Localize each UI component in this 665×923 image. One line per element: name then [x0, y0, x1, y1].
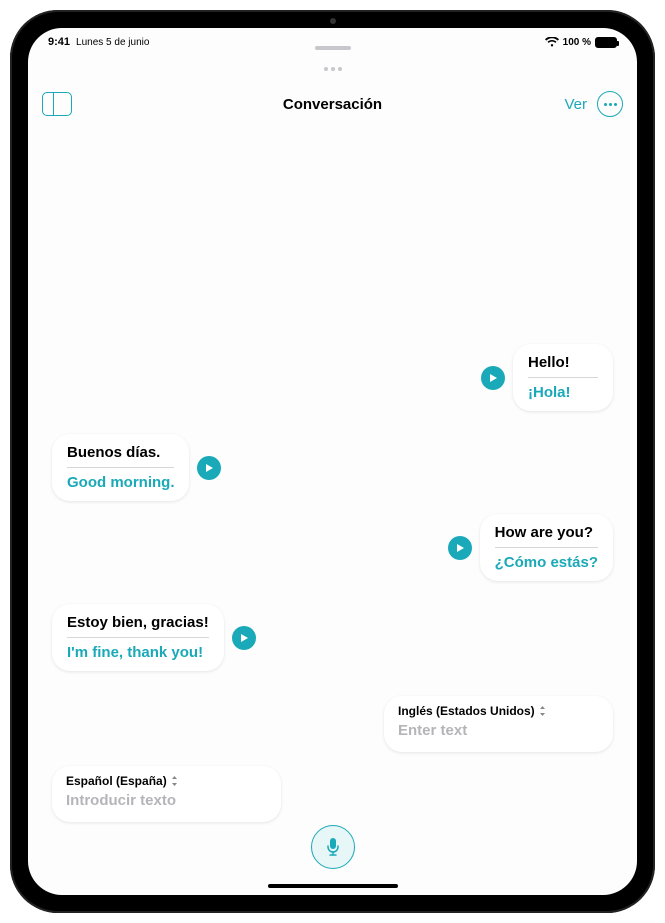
- message-translation: ¿Cómo estás?: [495, 554, 598, 571]
- battery-icon: [595, 37, 617, 48]
- text-input-bubble-left[interactable]: Español (España): [52, 766, 281, 822]
- translate-text-input[interactable]: [66, 792, 267, 809]
- play-button[interactable]: [232, 626, 256, 650]
- microphone-button[interactable]: [311, 825, 355, 869]
- screen: 9:41 Lunes 5 de junio 100 % Conversación…: [28, 28, 637, 895]
- status-battery-pct: 100 %: [563, 37, 591, 48]
- chevron-updown-icon: [171, 776, 178, 786]
- camera-dot: [330, 18, 336, 24]
- view-button[interactable]: Ver: [564, 96, 587, 113]
- text-input-bubble-right[interactable]: Inglés (Estados Unidos): [384, 696, 613, 752]
- sidebar-toggle-button[interactable]: [42, 92, 72, 116]
- multitask-dots[interactable]: [324, 67, 342, 71]
- nav-header: Conversación Ver: [28, 82, 637, 126]
- message-original: Hello!: [528, 354, 598, 378]
- chevron-updown-icon: [539, 706, 546, 716]
- play-button[interactable]: [481, 366, 505, 390]
- message-row: Buenos días. Good morning.: [52, 434, 221, 501]
- ipad-frame: 9:41 Lunes 5 de junio 100 % Conversación…: [10, 10, 655, 913]
- language-label: Inglés (Estados Unidos): [398, 704, 535, 718]
- language-selector[interactable]: Español (España): [66, 774, 267, 788]
- play-button[interactable]: [197, 456, 221, 480]
- message-original: Estoy bien, gracias!: [67, 614, 209, 638]
- play-button[interactable]: [448, 536, 472, 560]
- wifi-icon: [545, 37, 559, 47]
- message-row: How are you? ¿Cómo estás?: [448, 514, 613, 581]
- message-translation: Good morning.: [67, 474, 174, 491]
- message-original: How are you?: [495, 524, 598, 548]
- language-label: Español (España): [66, 774, 167, 788]
- message-bubble[interactable]: Estoy bien, gracias! I'm fine, thank you…: [52, 604, 224, 671]
- page-title: Conversación: [283, 96, 382, 113]
- message-bubble[interactable]: Buenos días. Good morning.: [52, 434, 189, 501]
- message-row: Estoy bien, gracias! I'm fine, thank you…: [52, 604, 256, 671]
- more-options-button[interactable]: [597, 91, 623, 117]
- home-indicator[interactable]: [268, 884, 398, 888]
- status-date: Lunes 5 de junio: [76, 37, 149, 48]
- message-bubble[interactable]: Hello! ¡Hola!: [513, 344, 613, 411]
- message-original: Buenos días.: [67, 444, 174, 468]
- language-selector[interactable]: Inglés (Estados Unidos): [398, 704, 599, 718]
- microphone-icon: [325, 837, 341, 857]
- message-bubble[interactable]: How are you? ¿Cómo estás?: [480, 514, 613, 581]
- conversation-area: Hello! ¡Hola! Buenos días. Good morning.: [28, 126, 637, 895]
- status-time: 9:41: [48, 36, 70, 48]
- message-row: Hello! ¡Hola!: [481, 344, 613, 411]
- message-translation: I'm fine, thank you!: [67, 644, 209, 661]
- multitask-grabber[interactable]: [315, 46, 351, 50]
- message-translation: ¡Hola!: [528, 384, 598, 401]
- translate-text-input[interactable]: [398, 722, 599, 739]
